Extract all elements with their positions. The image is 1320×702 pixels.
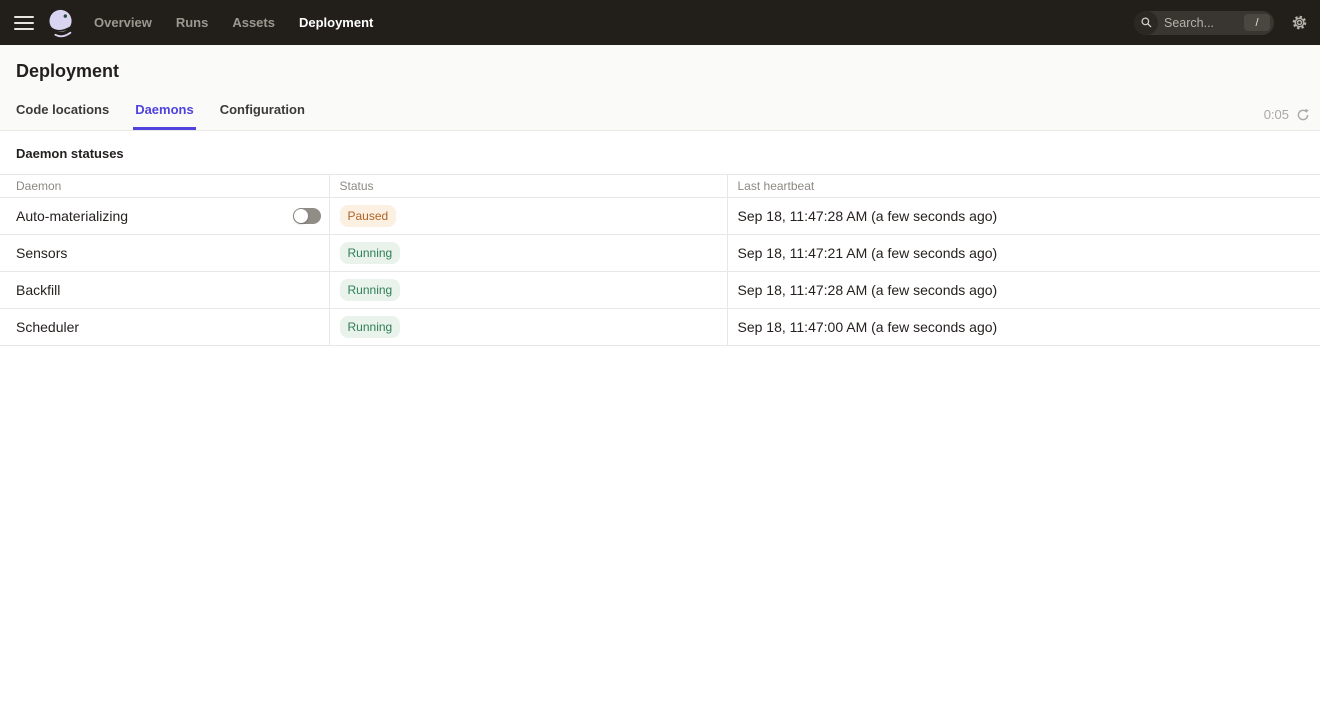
status-badge: Running [340,316,401,338]
table-header-row: Daemon Status Last heartbeat [0,175,1320,198]
refresh-icon[interactable] [1296,108,1310,122]
last-heartbeat: Sep 18, 11:47:21 AM (a few seconds ago) [738,245,998,261]
daemon-toggle[interactable] [293,208,321,224]
section-heading: Daemon statuses [0,131,1320,174]
daemon-name: Sensors [16,245,67,261]
status-badge: Paused [340,205,397,227]
tab-configuration[interactable]: Configuration [220,102,305,130]
daemon-name: Auto-materializing [16,208,128,224]
last-heartbeat: Sep 18, 11:47:28 AM (a few seconds ago) [738,208,998,224]
tab-daemons[interactable]: Daemons [135,102,194,130]
daemon-table-body: Auto-materializing Paused Sep 18, 11:47:… [0,198,1320,346]
top-navigation-bar: Overview Runs Assets Deployment Search..… [0,0,1320,45]
nav-item-assets[interactable]: Assets [232,15,275,30]
table-row: Backfill Running Sep 18, 11:47:28 AM (a … [0,272,1320,309]
daemon-status-table: Daemon Status Last heartbeat Auto-materi… [0,174,1320,346]
nav-item-overview[interactable]: Overview [94,15,152,30]
table-row: Sensors Running Sep 18, 11:47:21 AM (a f… [0,235,1320,272]
status-badge: Running [340,279,401,301]
search-icon [1134,11,1158,35]
tab-code-locations[interactable]: Code locations [16,102,109,130]
status-badge: Running [340,242,401,264]
content-area: Daemon statuses Daemon Status Last heart… [0,131,1320,346]
topnav-right: Search... / [1134,11,1308,35]
gear-icon[interactable] [1290,14,1308,32]
page-header: Deployment Code locations Daemons Config… [0,45,1320,131]
menu-icon[interactable] [14,16,34,30]
app-window: Overview Runs Assets Deployment Search..… [0,0,1320,702]
primary-nav: Overview Runs Assets Deployment [94,15,373,30]
dagster-logo[interactable] [46,8,76,38]
nav-item-deployment[interactable]: Deployment [299,15,373,30]
daemon-name: Scheduler [16,319,79,335]
tab-bar: Code locations Daemons Configuration [16,102,305,130]
page-title: Deployment [0,45,1320,82]
column-header-last-heartbeat: Last heartbeat [727,175,1320,198]
table-row: Auto-materializing Paused Sep 18, 11:47:… [0,198,1320,235]
column-header-status: Status [329,175,727,198]
refresh-countdown: 0:05 [1264,107,1289,122]
column-header-daemon: Daemon [0,175,329,198]
last-heartbeat: Sep 18, 11:47:00 AM (a few seconds ago) [738,319,998,335]
nav-item-runs[interactable]: Runs [176,15,209,30]
search-input[interactable]: Search... / [1134,11,1274,35]
last-heartbeat: Sep 18, 11:47:28 AM (a few seconds ago) [738,282,998,298]
daemon-name: Backfill [16,282,60,298]
refresh-area: 0:05 [1264,107,1310,122]
table-row: Scheduler Running Sep 18, 11:47:00 AM (a… [0,309,1320,346]
slash-key-badge: / [1244,14,1270,31]
search-placeholder: Search... [1164,16,1244,30]
